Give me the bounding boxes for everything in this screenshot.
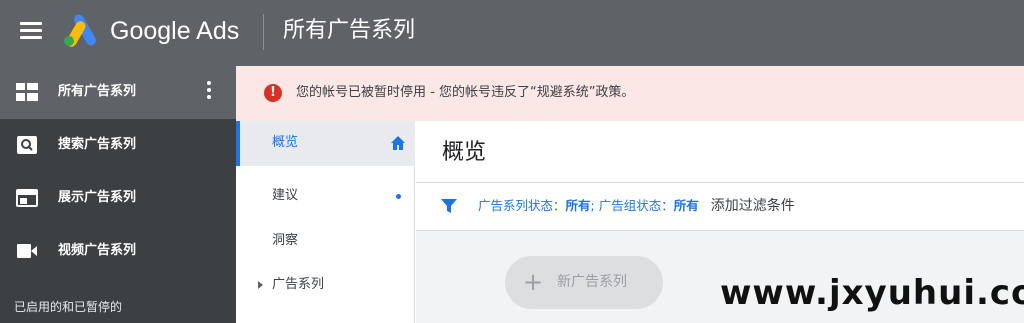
search-icon — [17, 136, 37, 154]
adgroup-status-key: 广告组状态： — [598, 198, 674, 213]
filter-separator: ; — [590, 198, 599, 213]
subnav-item-recommendations[interactable]: 建议 — [236, 174, 415, 219]
nav-item-display-campaigns[interactable]: 展示广告系列 — [0, 172, 236, 225]
display-icon — [16, 189, 38, 207]
subnav-item-label: 洞察 — [272, 233, 299, 248]
subnav-item-label: 建议 — [272, 188, 299, 203]
subnav-item-label: 概览 — [272, 135, 299, 150]
campaign-status-value: 所有 — [565, 198, 591, 213]
nav-item-label: 所有广告系列 — [58, 84, 137, 99]
nav-item-search-campaigns[interactable]: 搜索广告系列 — [0, 119, 236, 172]
page-title: 所有广告系列 — [283, 18, 416, 43]
filter-icon[interactable] — [440, 197, 458, 215]
more-vert-icon[interactable] — [206, 81, 212, 103]
status-filter-label: 已启用的和已暂停的 — [14, 300, 123, 314]
new-campaign-label: 新广告系列 — [557, 274, 627, 290]
notification-dot — [396, 194, 401, 199]
left-navigation: 所有广告系列 搜索广告系列 展示广告系列 视频广告系列 已启用的和已暂停的 — [0, 66, 236, 323]
nav-item-label: 搜索广告系列 — [58, 137, 137, 152]
header-divider — [263, 14, 264, 50]
filter-bar: 广告系列状态：所有; 广告组状态：所有 添加过滤条件 — [416, 183, 1024, 231]
brand-name: Google Ads — [110, 17, 240, 45]
page-sub-navigation: 概览 建议 洞察 广告系列 — [236, 121, 415, 323]
menu-icon[interactable] — [20, 22, 42, 40]
top-app-bar: Google Ads 所有广告系列 — [0, 0, 1024, 66]
main-header: 概览 — [416, 121, 1024, 183]
grid-icon — [16, 83, 38, 101]
add-filter-link[interactable]: 添加过滤条件 — [711, 198, 795, 214]
google-ads-logo — [64, 14, 96, 47]
suspension-banner: ! 您的帐号已被暂时停用 - 您的帐号违反了“规避系统”政策。 — [236, 66, 1024, 121]
subnav-item-label: 广告系列 — [272, 277, 325, 292]
new-campaign-button[interactable]: + 新广告系列 — [505, 256, 663, 309]
main-title: 概览 — [442, 140, 487, 165]
nav-item-video-campaigns[interactable]: 视频广告系列 — [0, 225, 236, 278]
subnav-item-insights[interactable]: 洞察 — [236, 219, 415, 264]
plus-icon: + — [523, 268, 544, 296]
subnav-item-campaigns[interactable]: 广告系列 — [236, 263, 415, 308]
nav-item-label: 展示广告系列 — [58, 190, 137, 205]
filter-summary[interactable]: 广告系列状态：所有; 广告组状态：所有 添加过滤条件 — [478, 197, 795, 215]
banner-message: 您的帐号已被暂时停用 - 您的帐号违反了“规避系统”政策。 — [296, 85, 635, 100]
nav-item-label: 视频广告系列 — [58, 243, 137, 258]
expand-caret-icon[interactable] — [258, 281, 263, 289]
campaign-status-key: 广告系列状态： — [478, 198, 566, 213]
adgroup-status-value: 所有 — [673, 198, 699, 213]
subnav-item-overview[interactable]: 概览 — [236, 121, 415, 166]
alert-icon: ! — [264, 84, 282, 102]
nav-item-all-campaigns[interactable]: 所有广告系列 — [0, 66, 236, 119]
home-icon — [391, 136, 405, 150]
watermark-text: www.jxyuhui.com — [720, 273, 1024, 313]
video-icon — [17, 244, 37, 258]
